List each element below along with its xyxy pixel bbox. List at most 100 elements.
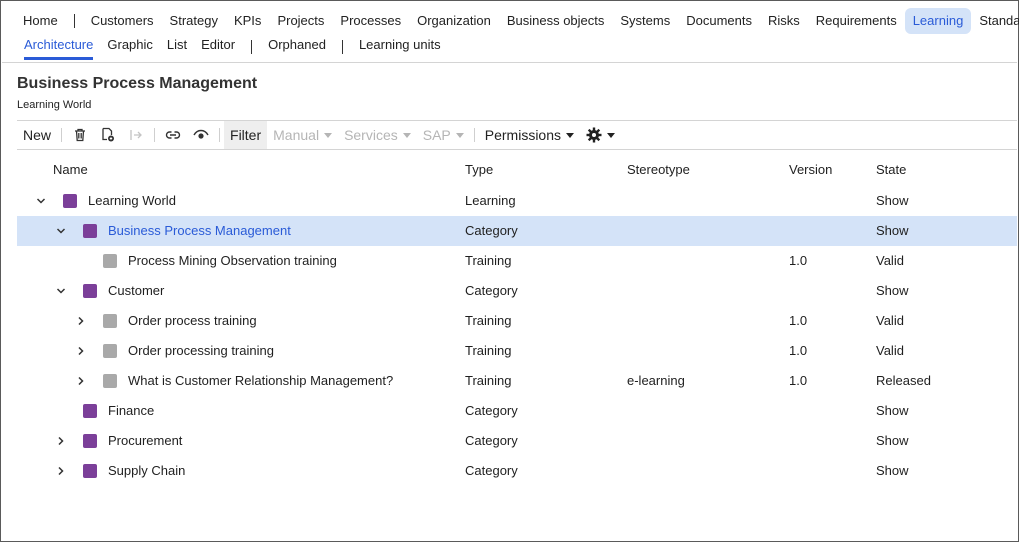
chevron-down-icon[interactable]: [35, 195, 47, 207]
row-type: Category: [465, 403, 518, 418]
nav-item-requirements[interactable]: Requirements: [808, 8, 905, 34]
row-name[interactable]: Finance: [108, 396, 154, 426]
row-name[interactable]: Procurement: [108, 426, 182, 456]
row-state: Show: [876, 283, 909, 298]
table-row[interactable]: Business Process Management Category Show: [17, 216, 1017, 246]
new-button[interactable]: New: [17, 121, 57, 149]
row-type: Category: [465, 433, 518, 448]
tree-table: Learning World Learning Show Business Proce…: [17, 186, 1017, 486]
nav-divider: [73, 13, 75, 28]
nav-item-home[interactable]: Home: [15, 8, 66, 34]
training-icon: [103, 374, 117, 388]
table-row[interactable]: Procurement Category Show: [17, 426, 1017, 456]
sap-dropdown: SAP: [417, 121, 470, 149]
trash-icon[interactable]: [66, 121, 94, 149]
chevron-right-icon[interactable]: [75, 315, 87, 327]
row-state: Valid: [876, 313, 904, 328]
toolbar-divider: [61, 128, 63, 142]
nav-item-customers[interactable]: Customers: [83, 8, 162, 34]
move-icon: [122, 121, 150, 149]
row-name[interactable]: Order process training: [128, 306, 257, 336]
filter-button[interactable]: Filter: [224, 121, 268, 149]
row-name[interactable]: Order processing training: [128, 336, 274, 366]
toolbar-bottom-divider: [17, 149, 1017, 150]
table-row[interactable]: Order processing training Training 1.0 Vali…: [17, 336, 1017, 366]
column-header-stereotype[interactable]: Stereotype: [627, 155, 690, 183]
tab-learning-units[interactable]: Learning units: [352, 34, 448, 60]
row-type: Training: [465, 373, 512, 388]
nav-item-strategy[interactable]: Strategy: [162, 8, 226, 34]
toolbar-divider: [473, 128, 475, 142]
row-name[interactable]: Learning World: [88, 186, 176, 216]
column-header-state[interactable]: State: [876, 155, 906, 183]
header-divider: [2, 62, 1017, 63]
table-row[interactable]: Process Mining Observation training Train…: [17, 246, 1017, 276]
tab-architecture[interactable]: Architecture: [17, 34, 100, 60]
chevron-down-icon[interactable]: [55, 285, 67, 297]
table-row[interactable]: Order process training Training 1.0 Valid: [17, 306, 1017, 336]
table-row[interactable]: Customer Category Show: [17, 276, 1017, 306]
category-icon: [83, 464, 97, 478]
column-header-name[interactable]: Name: [53, 155, 88, 183]
category-icon: [83, 434, 97, 448]
gear-icon: [586, 127, 602, 143]
chevron-down-icon: [324, 132, 333, 138]
copy-document-icon[interactable]: [94, 121, 122, 149]
nav-item-projects[interactable]: Projects: [269, 8, 332, 34]
nav-item-processes[interactable]: Processes: [332, 8, 409, 34]
tab-orphaned[interactable]: Orphaned: [261, 34, 333, 60]
column-header-type[interactable]: Type: [465, 155, 493, 183]
row-type: Training: [465, 253, 512, 268]
permissions-dropdown[interactable]: Permissions: [479, 121, 580, 149]
subnav-divider: [251, 40, 253, 54]
row-version: 1.0: [789, 313, 808, 328]
nav-item-organization[interactable]: Organization: [409, 8, 499, 34]
category-icon: [83, 224, 97, 238]
nav-item-standards[interactable]: Standards: [971, 8, 1019, 34]
sap-label: SAP: [422, 127, 451, 143]
row-stereotype: e-learning: [627, 373, 685, 388]
table-row[interactable]: Supply Chain Category Show: [17, 456, 1017, 486]
services-label: Services: [344, 127, 398, 143]
category-icon: [63, 194, 77, 208]
row-name[interactable]: Supply Chain: [108, 456, 185, 486]
table-row[interactable]: Learning World Learning Show: [17, 186, 1017, 216]
category-icon: [83, 404, 97, 418]
training-icon: [103, 314, 117, 328]
nav-item-documents[interactable]: Documents: [678, 8, 760, 34]
toolbar-divider: [154, 128, 156, 142]
row-version: 1.0: [789, 343, 808, 358]
nav-item-learning[interactable]: Learning: [904, 7, 972, 34]
settings-dropdown[interactable]: [580, 121, 621, 149]
chevron-down-icon[interactable]: [55, 225, 67, 237]
tab-list[interactable]: List: [160, 34, 194, 60]
nav-item-kpis[interactable]: KPIs: [226, 8, 269, 34]
column-header-version[interactable]: Version: [789, 155, 832, 183]
chevron-down-icon: [402, 132, 411, 138]
row-type: Category: [465, 283, 518, 298]
table-row[interactable]: What is Customer Relationship Management…: [17, 366, 1017, 396]
row-name[interactable]: Customer: [108, 276, 164, 306]
chevron-right-icon[interactable]: [75, 345, 87, 357]
chevron-right-icon[interactable]: [55, 435, 67, 447]
toolbar-divider: [219, 128, 221, 142]
nav-item-business-objects[interactable]: Business objects: [499, 8, 613, 34]
tab-graphic[interactable]: Graphic: [100, 34, 160, 60]
row-name[interactable]: Process Mining Observation training: [128, 246, 337, 276]
eye-icon[interactable]: [187, 121, 215, 149]
table-row[interactable]: Finance Category Show: [17, 396, 1017, 426]
tab-editor[interactable]: Editor: [194, 34, 242, 60]
row-name[interactable]: Business Process Management: [108, 216, 291, 246]
permissions-label: Permissions: [484, 127, 562, 143]
row-version: 1.0: [789, 253, 808, 268]
row-state: Show: [876, 223, 909, 238]
category-icon: [83, 284, 97, 298]
row-state: Valid: [876, 343, 904, 358]
nav-item-risks[interactable]: Risks: [760, 8, 808, 34]
row-name[interactable]: What is Customer Relationship Management…: [128, 366, 393, 396]
toolbar: New Filter Manual Services SAP Permissio…: [17, 121, 1017, 149]
chevron-right-icon[interactable]: [55, 465, 67, 477]
chevron-right-icon[interactable]: [75, 375, 87, 387]
link-icon[interactable]: [159, 121, 187, 149]
nav-item-systems[interactable]: Systems: [612, 8, 678, 34]
